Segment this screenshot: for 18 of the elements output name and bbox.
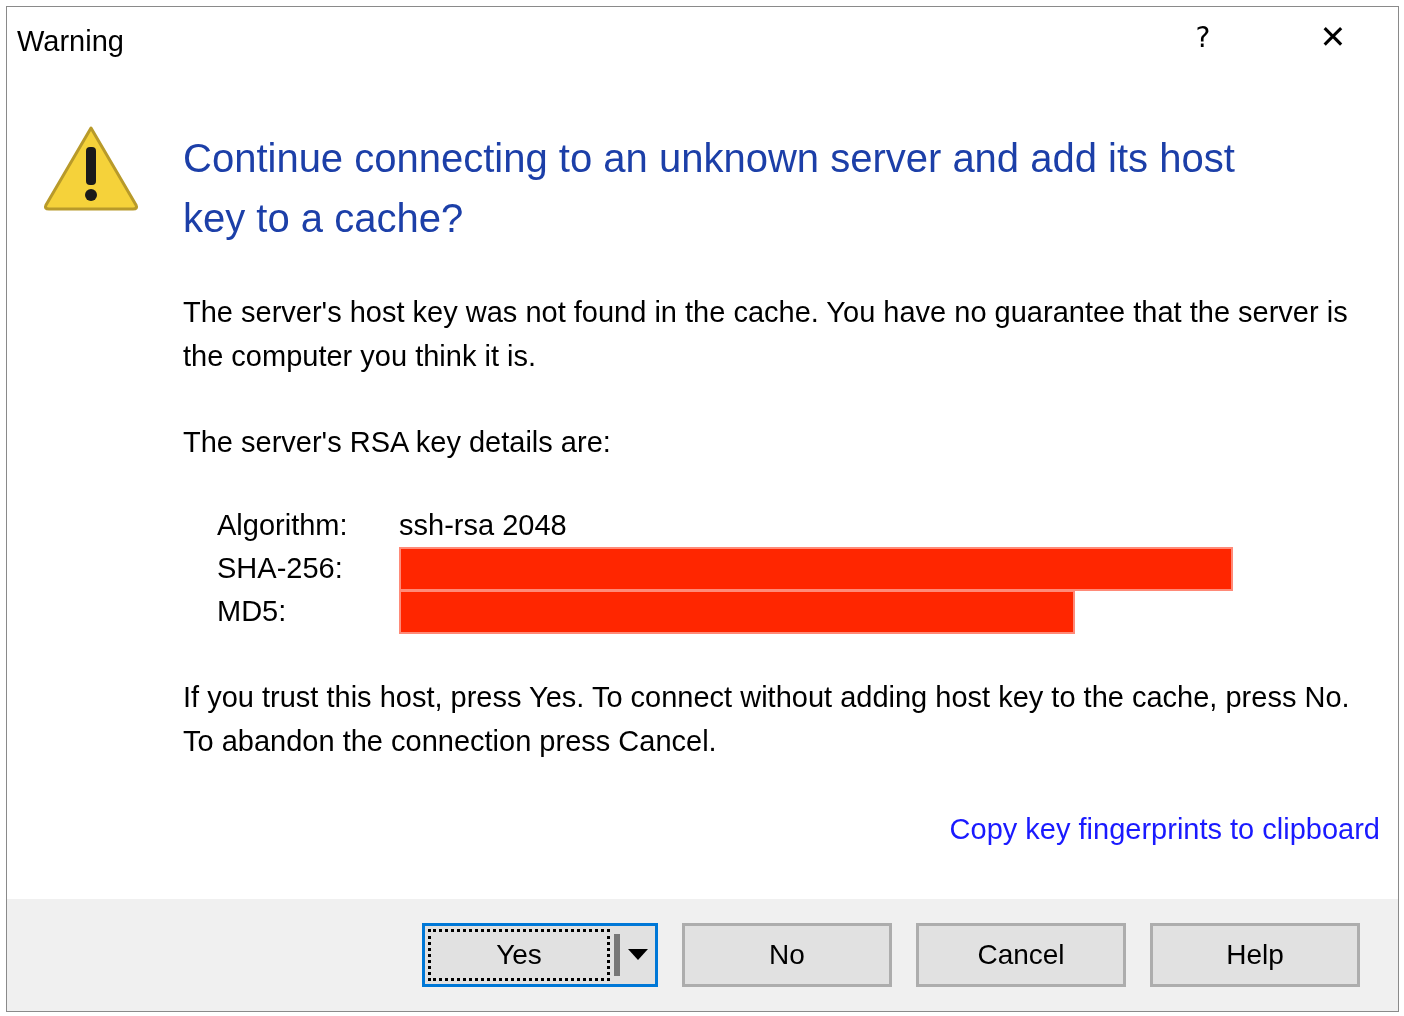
help-button[interactable]: ?	[1158, 7, 1248, 67]
yes-split-button[interactable]: Yes	[422, 923, 658, 987]
dialog-heading: Continue connecting to an unknown server and add its host key to a cache?	[183, 135, 1236, 242]
dialog-button[interactable]: Help	[1150, 923, 1360, 987]
instructions-text: If you trust this host, press Yes. To connect without adding host key to the cache, press No. To abandon the connection press Cancel.	[183, 680, 1351, 759]
detail-label: SHA-256:	[217, 552, 344, 585]
message-text: The server's host key was not found in the cache. You have no guarantee that the server is the computer you think it is.	[183, 295, 1349, 374]
close-button[interactable]: ✕	[1288, 7, 1378, 67]
warning-icon	[43, 125, 139, 211]
detail-value: ssh-rsa 2048	[399, 509, 567, 542]
caret-icon[interactable]	[628, 949, 648, 961]
detail-label: MD5:	[217, 595, 288, 628]
message-text: The server's RSA key details are:	[183, 425, 612, 460]
dialog-button[interactable]: No	[682, 923, 892, 987]
copy-fingerprints-link[interactable]: Copy key fingerprints to clipboard	[949, 813, 1380, 846]
detail-label: Algorithm:	[217, 509, 349, 542]
window-title: Warning	[17, 25, 124, 58]
dialog-button[interactable]: Cancel	[916, 923, 1126, 987]
